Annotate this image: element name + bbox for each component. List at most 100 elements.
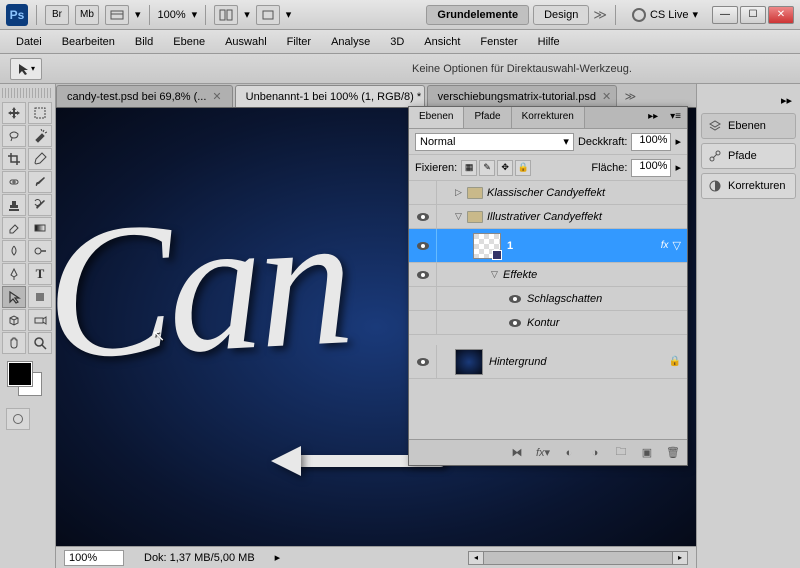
current-tool-indicator[interactable]: ▾ xyxy=(10,58,42,80)
close-icon[interactable]: ✕ xyxy=(602,90,611,103)
opacity-input[interactable]: 100% xyxy=(631,133,671,151)
layer-thumbnail[interactable] xyxy=(455,349,483,375)
foreground-color[interactable] xyxy=(8,362,32,386)
brush-tool[interactable] xyxy=(28,171,52,193)
bridge-button[interactable]: Br xyxy=(45,5,69,25)
new-layer-button[interactable]: ▣ xyxy=(639,445,655,461)
layer-mask-button[interactable]: ◐ xyxy=(561,445,577,461)
eye-icon[interactable] xyxy=(417,358,429,366)
fx-disclosure[interactable]: ▽ xyxy=(673,239,681,252)
app-icon[interactable]: Ps xyxy=(6,4,28,26)
shape-tool[interactable] xyxy=(28,286,52,308)
arrange-dropdown[interactable]: ▾ xyxy=(244,8,250,21)
layer-selected[interactable]: 1 fx ▽ xyxy=(409,229,687,263)
fill-input[interactable]: 100% xyxy=(631,159,671,177)
doc-info[interactable]: Dok: 1,37 MB/5,00 MB xyxy=(144,552,255,564)
3d-tool[interactable] xyxy=(2,309,26,331)
dock-ebenen[interactable]: Ebenen xyxy=(701,113,796,139)
dodge-tool[interactable] xyxy=(28,240,52,262)
eye-icon[interactable] xyxy=(417,242,429,250)
fx-badge[interactable]: fx xyxy=(661,240,669,251)
menu-hilfe[interactable]: Hilfe xyxy=(530,33,568,51)
menu-bearbeiten[interactable]: Bearbeiten xyxy=(54,33,123,51)
panel-menu-button[interactable]: ▾≡ xyxy=(664,107,687,128)
gradient-tool[interactable] xyxy=(28,217,52,239)
layer-group-1[interactable]: ▷ Klassischer Candyeffekt xyxy=(409,181,687,205)
path-select-tool[interactable] xyxy=(2,286,26,308)
doc-tab-1[interactable]: Unbenannt-1 bei 100% (1, RGB/8) *✕ xyxy=(235,85,425,107)
panel-tab-pfade[interactable]: Pfade xyxy=(464,107,511,128)
close-icon[interactable]: ✕ xyxy=(212,90,221,103)
link-layers-button[interactable]: ⧓ xyxy=(509,445,525,461)
eyedropper-tool[interactable] xyxy=(28,148,52,170)
lock-transparent-button[interactable]: ▦ xyxy=(461,160,477,176)
window-maximize[interactable]: ☐ xyxy=(740,6,766,24)
type-tool[interactable]: T xyxy=(28,263,52,285)
disclosure-icon[interactable]: ▽ xyxy=(455,211,467,222)
layer-effects-header[interactable]: ▽ Effekte xyxy=(409,263,687,287)
minibridge-button[interactable]: Mb xyxy=(75,5,99,25)
marquee-tool[interactable] xyxy=(28,102,52,124)
eraser-tool[interactable] xyxy=(2,217,26,239)
fill-flyout[interactable]: ▸ xyxy=(675,161,681,174)
wand-tool[interactable] xyxy=(28,125,52,147)
blend-mode-select[interactable]: Normal▾ xyxy=(415,133,574,151)
history-brush-tool[interactable] xyxy=(28,194,52,216)
disclosure-icon[interactable]: ▷ xyxy=(455,187,467,198)
disclosure-icon[interactable]: ▽ xyxy=(491,269,503,280)
arrange-button[interactable] xyxy=(214,5,238,25)
layer-style-button[interactable]: fx▾ xyxy=(535,445,551,461)
color-swatches[interactable] xyxy=(8,362,48,402)
hand-tool[interactable] xyxy=(2,332,26,354)
screen-mode-dropdown[interactable]: ▾ xyxy=(286,8,292,21)
zoom-tool[interactable] xyxy=(28,332,52,354)
lock-pixels-button[interactable]: ✎ xyxy=(479,160,495,176)
workspace-more[interactable]: ≫ xyxy=(593,7,607,23)
3d-camera-tool[interactable] xyxy=(28,309,52,331)
quick-mask-button[interactable] xyxy=(6,408,30,430)
zoom-dropdown[interactable]: ▾ xyxy=(192,8,198,21)
layer-group-2[interactable]: ▽ Illustrativer Candyeffekt xyxy=(409,205,687,229)
stamp-tool[interactable] xyxy=(2,194,26,216)
pen-tool[interactable] xyxy=(2,263,26,285)
healing-tool[interactable] xyxy=(2,171,26,193)
panel-tab-ebenen[interactable]: Ebenen xyxy=(409,107,464,128)
adjustment-layer-button[interactable]: ◑ xyxy=(587,445,603,461)
dock-korrekturen[interactable]: Korrekturen xyxy=(701,173,796,199)
view-extras-button[interactable] xyxy=(105,5,129,25)
window-minimize[interactable]: — xyxy=(712,6,738,24)
view-extras-dropdown[interactable]: ▾ xyxy=(135,8,141,21)
eye-icon[interactable] xyxy=(417,271,429,279)
window-close[interactable]: ✕ xyxy=(768,6,794,24)
menu-fenster[interactable]: Fenster xyxy=(472,33,525,51)
layer-effect-1[interactable]: Kontur xyxy=(409,311,687,335)
crop-tool[interactable] xyxy=(2,148,26,170)
menu-analyse[interactable]: Analyse xyxy=(323,33,378,51)
dock-collapse[interactable]: ▸▸ xyxy=(701,92,796,113)
eye-icon[interactable] xyxy=(509,319,521,327)
move-tool[interactable] xyxy=(2,102,26,124)
menu-filter[interactable]: Filter xyxy=(279,33,319,51)
screen-mode-button[interactable] xyxy=(256,5,280,25)
blur-tool[interactable] xyxy=(2,240,26,262)
dock-pfade[interactable]: Pfade xyxy=(701,143,796,169)
cs-live-button[interactable]: CS Live ▾ xyxy=(632,8,698,22)
workspace-grundelemente[interactable]: Grundelemente xyxy=(426,5,529,25)
menu-auswahl[interactable]: Auswahl xyxy=(217,33,275,51)
horizontal-scrollbar[interactable] xyxy=(468,551,688,565)
delete-layer-button[interactable]: 🗑 xyxy=(665,445,681,461)
zoom-input[interactable]: 100% xyxy=(64,550,124,566)
lock-all-button[interactable]: 🔒 xyxy=(515,160,531,176)
zoom-level[interactable]: 100% xyxy=(158,9,186,21)
tools-grip[interactable] xyxy=(2,88,53,98)
doc-tab-0[interactable]: candy-test.psd bei 69,8% (...✕ xyxy=(56,85,233,107)
eye-icon[interactable] xyxy=(417,213,429,221)
lasso-tool[interactable] xyxy=(2,125,26,147)
workspace-design[interactable]: Design xyxy=(533,5,589,25)
menu-datei[interactable]: Datei xyxy=(8,33,50,51)
new-group-button[interactable]: 🗀 xyxy=(613,445,629,461)
layer-background[interactable]: Hintergrund 🔒 xyxy=(409,345,687,379)
menu-ansicht[interactable]: Ansicht xyxy=(416,33,468,51)
tabs-overflow[interactable]: ≫ xyxy=(619,86,643,107)
doc-tab-2[interactable]: verschiebungsmatrix-tutorial.psd✕ xyxy=(427,85,617,107)
